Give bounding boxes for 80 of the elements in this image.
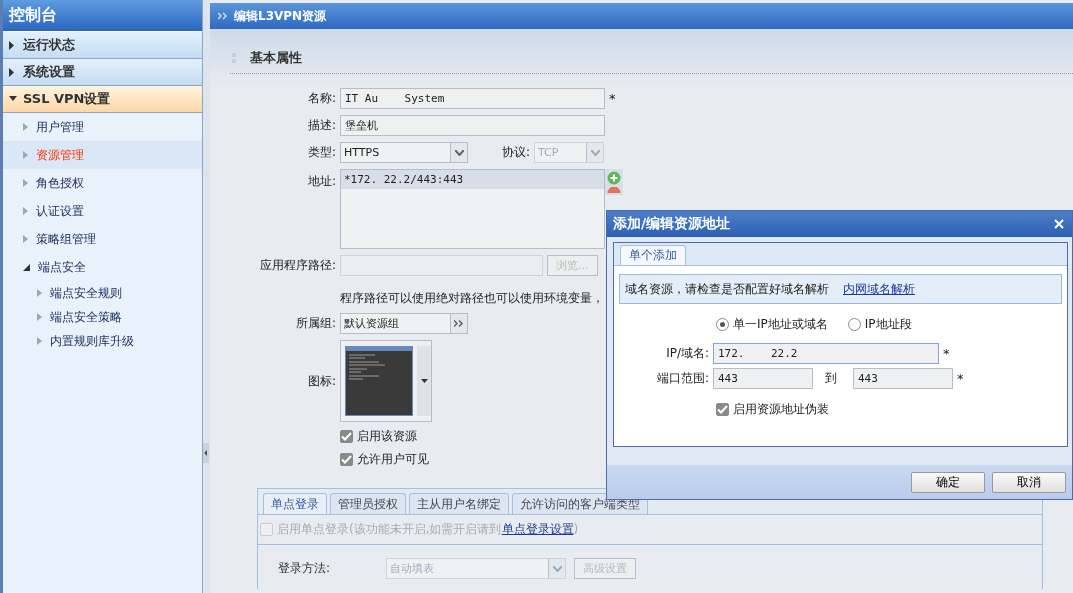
caret-right-icon: [23, 207, 28, 215]
caret-right-icon: [9, 40, 15, 50]
ip-field[interactable]: 172. 22.2: [713, 343, 939, 364]
terminal-icon: [345, 346, 413, 416]
hint-text: 程序路径可以使用绝对路径也可以使用环境变量，: [340, 290, 604, 307]
icon-picker[interactable]: [340, 340, 432, 422]
caret-right-icon: [23, 235, 28, 243]
required-mark: *: [943, 346, 950, 361]
field-label: 应用程序路径:: [258, 257, 336, 274]
tab[interactable]: 单点登录: [263, 493, 327, 514]
field-label: 端口范围:: [655, 370, 709, 387]
sidebar-item[interactable]: 用户管理: [3, 113, 202, 141]
splitter-handle[interactable]: [203, 443, 209, 463]
address-entry[interactable]: *172. 22.2/443:443: [341, 170, 604, 189]
radio-option[interactable]: 单一IP地址或域名: [716, 316, 828, 333]
field-label: 图标:: [306, 372, 336, 390]
caret-right-icon: [9, 67, 15, 77]
add-icon[interactable]: [607, 171, 621, 185]
checkbox-label: 启用单点登录(该功能未开启,如需开启请到单点登录设置): [277, 521, 579, 538]
description-field[interactable]: 堡垒机: [340, 115, 605, 136]
dropdown-arrow-icon: [420, 379, 428, 383]
sidebar-subitem[interactable]: 内置规则库升级: [3, 329, 202, 353]
squares-icon: [232, 53, 242, 63]
sidebar-section[interactable]: SSL VPN设置: [3, 86, 202, 113]
caret-right-icon: [23, 151, 28, 159]
dns-link[interactable]: 内网域名解析: [843, 280, 915, 298]
field-label: 地址:: [306, 173, 336, 190]
page-title: 编辑L3VPN资源: [234, 7, 327, 25]
port-to-field[interactable]: 443: [853, 368, 953, 389]
field-label: 类型:: [306, 144, 336, 161]
sidebar-title: 控制台: [3, 0, 202, 32]
port-from-field[interactable]: 443: [713, 368, 813, 389]
field-label: 所属组:: [294, 315, 336, 332]
close-icon[interactable]: [1054, 219, 1064, 229]
radio-button[interactable]: [716, 318, 729, 331]
checkbox[interactable]: [340, 430, 353, 443]
checkbox-option[interactable]: 允许用户可见: [340, 451, 1073, 468]
caret-right-icon: [37, 337, 42, 345]
sidebar-item[interactable]: 策略组管理: [3, 225, 202, 253]
sidebar-item[interactable]: 角色授权: [3, 169, 202, 197]
sidebar-item[interactable]: 端点安全: [3, 253, 202, 281]
sidebar-item[interactable]: 认证设置: [3, 197, 202, 225]
caret-down-icon: [23, 263, 30, 271]
name-field[interactable]: IT Au System: [340, 88, 605, 109]
type-select[interactable]: HTTPS: [340, 142, 468, 163]
field-label: 描述:: [306, 117, 336, 134]
sidebar-section[interactable]: 运行状态: [3, 32, 202, 59]
sidebar-subitem[interactable]: 端点安全规则: [3, 281, 202, 305]
notice-text: 域名资源，请检查是否配置好域名解析: [625, 280, 829, 298]
section-title: 基本属性: [250, 49, 302, 67]
dialog-button[interactable]: 确定: [911, 471, 985, 493]
required-mark: *: [609, 91, 616, 106]
sidebar-subitem[interactable]: 端点安全策略: [3, 305, 202, 329]
field-label: 登录方法:: [278, 560, 332, 577]
caret-right-icon: [37, 313, 42, 321]
radio-option[interactable]: IP地址段: [847, 316, 912, 333]
group-select[interactable]: 默认资源组: [340, 313, 468, 334]
dialog-title: 添加/编辑资源地址: [613, 215, 731, 233]
double-chevron-icon: [218, 12, 228, 20]
tab[interactable]: 管理员授权: [330, 493, 406, 514]
caret-right-icon: [23, 123, 28, 131]
checkbox[interactable]: [340, 453, 353, 466]
caret-down-icon: [9, 96, 17, 102]
remove-icon[interactable]: [607, 187, 621, 193]
tab[interactable]: 单个添加: [620, 245, 686, 265]
dialog-button[interactable]: 取消: [992, 471, 1066, 493]
field-label: 到: [825, 370, 837, 387]
caret-right-icon: [37, 289, 42, 297]
checkbox-option[interactable]: 启用资源地址伪装: [619, 389, 1062, 418]
checkbox[interactable]: [716, 403, 729, 416]
tab[interactable]: 主从用户名绑定: [409, 493, 509, 514]
required-mark: *: [957, 371, 964, 386]
caret-right-icon: [23, 179, 28, 187]
double-chevron-icon: [454, 320, 464, 327]
field-label: IP/域名:: [665, 345, 709, 362]
radio-button[interactable]: [847, 318, 861, 331]
sidebar-section[interactable]: 系统设置: [3, 59, 202, 86]
checkbox-option[interactable]: 启用该资源: [340, 428, 1073, 445]
field-label: 名称:: [306, 90, 336, 107]
field-label: 协议:: [502, 144, 531, 161]
